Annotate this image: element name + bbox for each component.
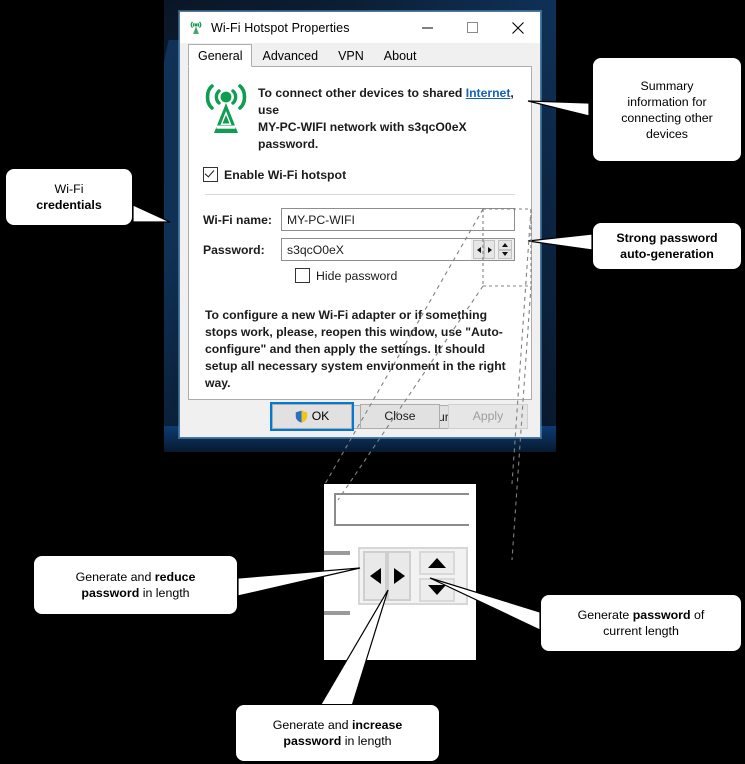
internet-link[interactable]: Internet [466,86,511,100]
callout-strong-line2: auto-generation [620,247,714,261]
zoom-decrease-length-button[interactable] [363,551,387,601]
zoom-spinner-group [358,547,468,605]
zoom-increase-length-button[interactable] [387,551,411,601]
zoom-regenerate-up-button[interactable] [419,550,455,575]
down-arrow-icon [428,584,446,595]
banner-password: s3qcO0eX [407,120,467,134]
right-arrow-icon [393,568,405,584]
uac-shield-icon [295,410,307,423]
callout-increase-a: Generate and [272,718,352,732]
dialog-footer: OK Close Apply [180,395,540,437]
tab-strip: General Advanced VPN About [188,43,532,67]
length-spinner-horizontal [473,240,495,259]
tab-general[interactable]: General [188,44,253,67]
callout-current-length: Generate password of current length [540,594,742,652]
zoom-label-stub-2 [324,611,350,615]
regenerate-up-button[interactable] [498,240,512,250]
tab-advanced[interactable]: Advanced [252,44,328,67]
tab-page-general: To connect other devices to shared Inter… [188,67,532,429]
wifi-name-row: Wi-Fi name: MY-PC-WIFI [203,208,515,231]
screenshot-root: Wi-Fi Hotspot Properties General Advance… [0,0,745,764]
close-button[interactable]: Close [360,403,440,429]
up-arrow-icon [502,242,508,247]
credentials-form: Wi-Fi name: MY-PC-WIFI Password: s3qcO0e… [189,208,531,283]
zoom-regenerate-group [419,550,455,602]
enable-hotspot-checkbox[interactable] [203,167,218,182]
zoom-label-stub-1 [324,551,350,555]
callout-summary-line1: Summary [640,78,694,93]
ok-button[interactable]: OK [270,401,354,431]
enable-hotspot-label: Enable Wi-Fi hotspot [224,167,347,182]
callout-credentials-line1: Wi-Fi [54,182,84,196]
divider [205,194,515,195]
callout-summary-line2: information for [627,94,707,109]
banner-line2-d: password. [258,137,319,151]
decrease-length-button[interactable] [473,240,484,259]
callout-increase-b: increase [351,718,403,732]
wifi-name-label: Wi-Fi name: [203,212,272,227]
left-arrow-icon [476,246,481,253]
callout-reduce-b: reduce [154,570,196,584]
callout-reduce-password: Generate and reduce password in length [33,555,238,615]
enable-hotspot-row[interactable]: Enable Wi-Fi hotspot [203,167,531,182]
increase-length-button[interactable] [484,240,495,259]
wifi-broadcast-icon [200,80,252,136]
banner-network-name: MY-PC-WIFI [258,120,327,134]
callout-summary-line3: connecting other [621,110,713,125]
window-controls [405,12,540,43]
callout-summary-info: Summary information for connecting other… [592,57,742,162]
callout-increase-d: in length [341,734,392,748]
callout-reduce-c: password [81,586,140,600]
password-label: Password: [203,242,265,257]
title-bar: Wi-Fi Hotspot Properties [180,12,540,43]
left-arrow-icon [369,568,381,584]
tab-about[interactable]: About [374,44,427,67]
callout-wifi-credentials: Wi-Fi credentials [5,168,133,226]
apply-button: Apply [448,403,528,429]
hide-password-checkbox[interactable] [295,268,310,283]
password-field-group: s3qcO0eX [281,238,515,261]
down-arrow-icon [502,252,508,257]
wifi-hotspot-properties-window: Wi-Fi Hotspot Properties General Advance… [179,11,541,438]
password-generator-spinners [471,238,515,261]
callout-credentials-line2: credentials [36,198,102,212]
regenerate-down-button[interactable] [498,249,512,259]
wifi-tower-icon [188,20,204,36]
banner-text: To connect other devices to shared Inter… [252,80,519,153]
info-text: To configure a new Wi-Fi adapter or if s… [205,308,506,390]
hide-password-label: Hide password [316,268,398,283]
summary-banner: To connect other devices to shared Inter… [189,67,531,153]
callout-current-c: of [690,608,705,622]
right-arrow-icon [487,246,492,253]
callout-reduce-d: in length [139,586,190,600]
zoom-detail-panel [323,483,477,661]
wifi-name-input[interactable]: MY-PC-WIFI [281,208,515,231]
password-input[interactable]: s3qcO0eX [281,238,471,261]
callout-current-d: current length [603,624,679,638]
maximize-icon[interactable] [450,12,495,43]
banner-line1-a: To connect other devices to shared [258,86,466,100]
callout-strong-line1: Strong password [616,231,718,245]
minimize-icon[interactable] [405,12,450,43]
callout-summary-line4: devices [645,126,688,141]
callout-current-b: password [632,608,691,622]
callout-increase-c: password [283,734,342,748]
ok-button-label: OK [311,409,330,423]
password-row: Password: s3qcO0eX [203,238,515,261]
zoom-regenerate-down-button[interactable] [419,577,455,602]
window-title: Wi-Fi Hotspot Properties [211,20,350,35]
up-arrow-icon [428,557,446,568]
zoom-input-outline [334,493,469,526]
regenerate-spinner-vertical [498,240,512,259]
banner-line2-b: network with [326,120,408,134]
close-icon[interactable] [495,12,540,43]
hide-password-row[interactable]: Hide password [295,268,515,283]
callout-current-a: Generate [577,608,633,622]
callout-increase-password: Generate and increase password in length [235,704,440,762]
tab-vpn[interactable]: VPN [328,44,374,67]
callout-reduce-a: Generate and [75,570,155,584]
callout-strong-password: Strong password auto-generation [592,222,742,270]
